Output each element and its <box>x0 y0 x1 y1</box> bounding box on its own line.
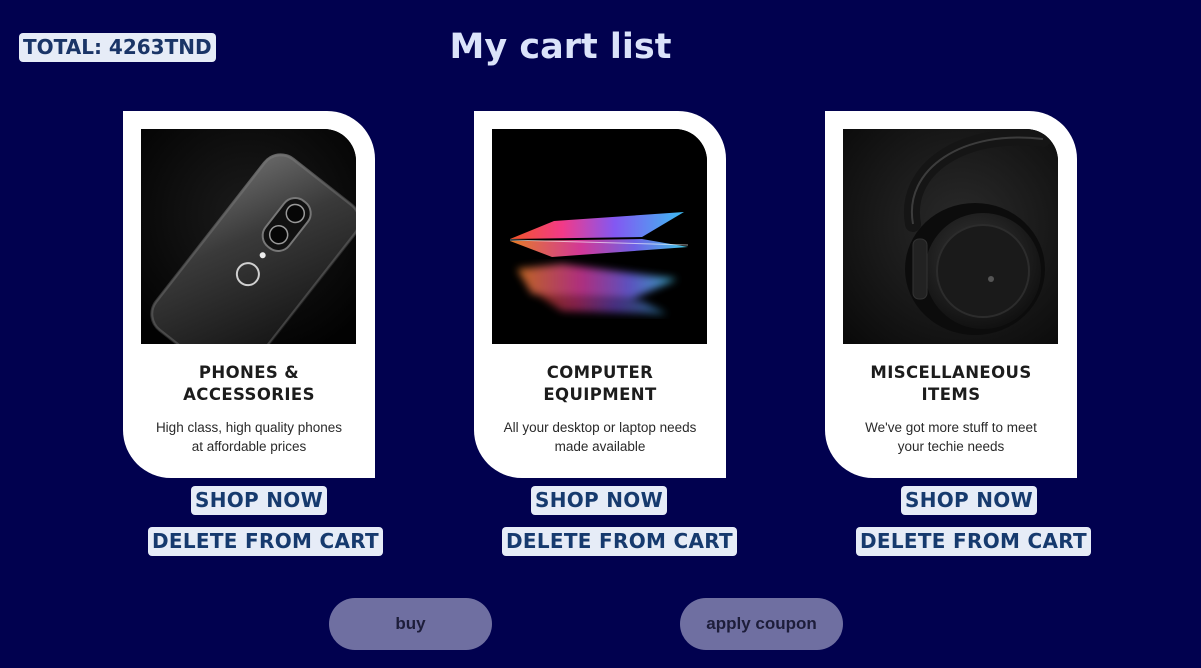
card-description-line: High class, high quality phones <box>155 420 343 435</box>
card-description-line: made available <box>554 439 646 454</box>
card-title-line: ACCESSORIES <box>183 385 315 404</box>
card-title-line: EQUIPMENT <box>543 385 657 404</box>
card-title-line: ITEMS <box>921 385 981 404</box>
card-description-line: your techie needs <box>897 439 1005 454</box>
delete-from-cart-button[interactable]: DELETE FROM CART <box>148 527 383 556</box>
page-title: My cart list <box>449 27 672 67</box>
card-title: PHONES & ACCESSORIES <box>133 362 365 406</box>
shop-now-button[interactable]: SHOP NOW <box>901 486 1037 515</box>
card-title: COMPUTER EQUIPMENT <box>484 362 716 406</box>
product-card-computers: COMPUTER EQUIPMENT All your desktop or l… <box>474 111 726 478</box>
laptop-image <box>492 129 707 344</box>
card-description: High class, high quality phones at affor… <box>145 418 353 456</box>
card-description-line: All your desktop or laptop needs <box>503 420 697 435</box>
delete-from-cart-button[interactable]: DELETE FROM CART <box>856 527 1091 556</box>
card-title-line: COMPUTER <box>546 363 654 382</box>
headphones-image <box>843 129 1058 344</box>
apply-coupon-button[interactable]: apply coupon <box>680 598 843 650</box>
card-description-line: at affordable prices <box>191 439 307 454</box>
product-card-misc: MISCELLANEOUS ITEMS We've got more stuff… <box>825 111 1077 478</box>
card-title-line: MISCELLANEOUS <box>870 363 1032 382</box>
delete-from-cart-button[interactable]: DELETE FROM CART <box>502 527 737 556</box>
buy-button[interactable]: buy <box>329 598 492 650</box>
card-description: All your desktop or laptop needs made av… <box>496 418 704 456</box>
card-description: We've got more stuff to meet your techie… <box>847 418 1055 456</box>
card-title-line: PHONES & <box>198 363 300 382</box>
card-description-line: We've got more stuff to meet <box>865 420 1037 435</box>
shop-now-button[interactable]: SHOP NOW <box>191 486 327 515</box>
product-card-phones: PHONES & ACCESSORIES High class, high qu… <box>123 111 375 478</box>
shop-now-button[interactable]: SHOP NOW <box>531 486 667 515</box>
card-title: MISCELLANEOUS ITEMS <box>835 362 1067 406</box>
smartphone-image <box>141 129 356 344</box>
